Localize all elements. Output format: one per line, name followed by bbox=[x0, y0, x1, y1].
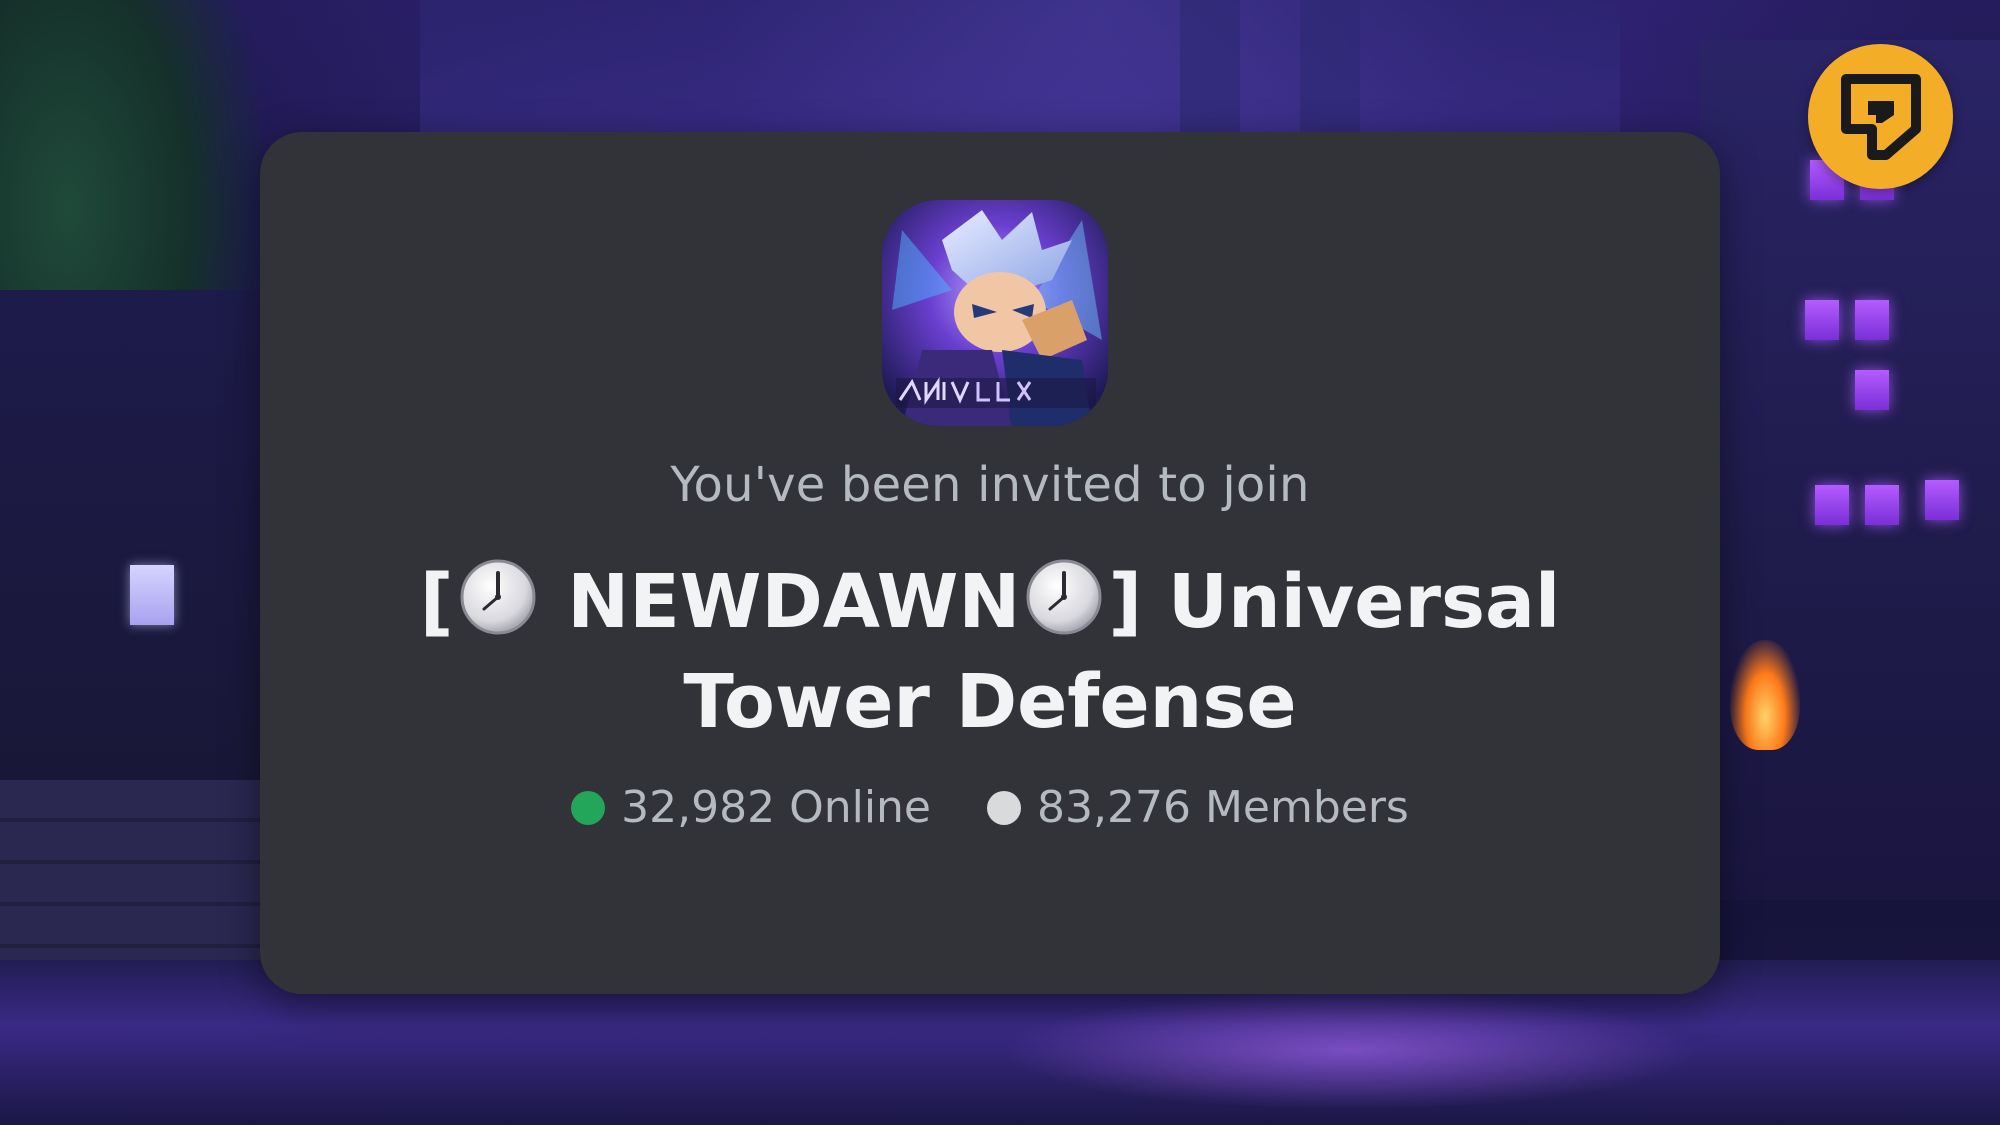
server-name: [ NEWDAWN] Universal Tower Defense bbox=[340, 552, 1640, 752]
online-count-label: 32,982 Online bbox=[621, 782, 931, 833]
online-count: 32,982 Online bbox=[571, 782, 931, 833]
background-window bbox=[1925, 480, 1959, 520]
invite-subtitle: You've been invited to join bbox=[670, 457, 1310, 513]
background-window bbox=[1855, 370, 1889, 410]
clock-emoji-icon bbox=[458, 557, 538, 637]
server-icon[interactable] bbox=[882, 200, 1108, 426]
background-scene: You've been invited to join [ NEWDAWN] U… bbox=[0, 0, 2000, 1125]
background-water-glow bbox=[1000, 990, 1700, 1110]
members-status-dot-icon bbox=[987, 790, 1021, 825]
server-stats: 32,982 Online 83,276 Members bbox=[260, 782, 1720, 833]
background-pillar bbox=[1300, 0, 1360, 140]
online-status-dot-icon bbox=[571, 790, 606, 825]
pocket-tactics-logo-icon bbox=[1808, 44, 1953, 189]
server-name-middle: NEWDAWN bbox=[541, 559, 1021, 645]
background-fire bbox=[1730, 640, 1800, 750]
background-window bbox=[1815, 485, 1849, 525]
logo-shield-icon bbox=[1840, 73, 1921, 160]
member-count: 83,276 Members bbox=[987, 782, 1409, 833]
background-window bbox=[1855, 300, 1889, 340]
background-window bbox=[130, 565, 174, 625]
server-icon-art bbox=[882, 200, 1108, 426]
server-name-prefix: [ bbox=[419, 559, 454, 645]
invite-card: You've been invited to join [ NEWDAWN] U… bbox=[260, 132, 1720, 994]
background-tower bbox=[420, 0, 1620, 150]
background-pillar bbox=[1180, 0, 1240, 140]
member-count-label: 83,276 Members bbox=[1037, 782, 1409, 833]
clock-emoji-icon bbox=[1024, 557, 1104, 637]
background-window bbox=[1805, 300, 1839, 340]
background-building-left bbox=[0, 290, 270, 810]
background-window bbox=[1865, 485, 1899, 525]
